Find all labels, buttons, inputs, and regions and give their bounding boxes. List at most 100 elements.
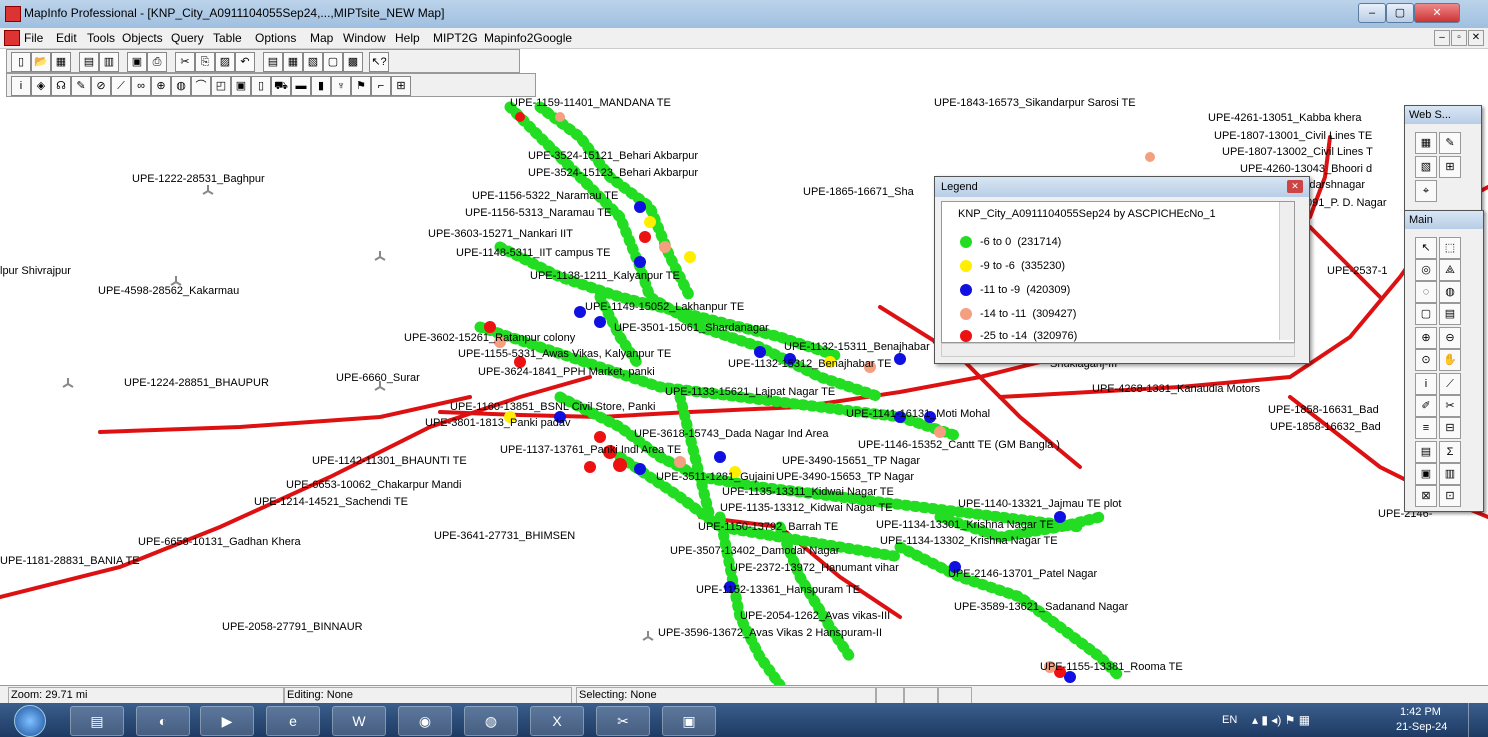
dragmap-icon[interactable]: ⊠: [1415, 485, 1437, 507]
print-icon[interactable]: ⎙: [147, 52, 167, 72]
menu-objects[interactable]: Objects: [122, 31, 163, 45]
web-chart-icon[interactable]: ⊞: [1439, 156, 1461, 178]
statistics-icon[interactable]: Σ: [1439, 441, 1461, 463]
drag-window-icon[interactable]: ✂: [1439, 395, 1461, 417]
web-services-palette[interactable]: Web S... ▦ ✎ ▧ ⊞ ⌖: [1404, 105, 1482, 213]
chart-icon[interactable]: ⊞: [391, 76, 411, 96]
legend-scrollbar[interactable]: [1279, 202, 1294, 340]
copy-icon[interactable]: ⎘: [195, 52, 215, 72]
marquee-select-icon[interactable]: ⬚: [1439, 237, 1461, 259]
hotlink-icon[interactable]: ⟋: [1439, 373, 1461, 395]
save-workspace-icon[interactable]: ▥: [99, 52, 119, 72]
ruler-icon[interactable]: ⟋: [111, 76, 131, 96]
new-table-icon[interactable]: ▯: [11, 52, 31, 72]
tower-icon[interactable]: ♆: [331, 76, 351, 96]
grabber-hand-icon[interactable]: ✋: [1439, 349, 1461, 371]
mapinfo-taskbar-icon[interactable]: ◐: [136, 706, 190, 736]
layer-icon[interactable]: ◈: [31, 76, 51, 96]
polyline-icon[interactable]: ⌒: [191, 76, 211, 96]
firefox-icon[interactable]: ◍: [464, 706, 518, 736]
menu-file[interactable]: File: [24, 31, 43, 45]
bar-icon[interactable]: ▬: [291, 76, 311, 96]
selecting-status[interactable]: Selecting: None: [576, 687, 876, 704]
new-layout-icon[interactable]: ▢: [323, 52, 343, 72]
paste-icon[interactable]: ▨: [215, 52, 235, 72]
snipping-tool-icon[interactable]: ✂: [596, 706, 650, 736]
legend-close-button[interactable]: ✕: [1287, 180, 1303, 193]
new-browser-icon[interactable]: ▤: [263, 52, 283, 72]
clock-time[interactable]: 1:42 PM: [1400, 706, 1441, 718]
zoom-status[interactable]: Zoom: 29.71 mi: [8, 687, 284, 704]
show-desktop-button[interactable]: [1468, 703, 1488, 737]
info-tool-icon[interactable]: i: [1415, 373, 1437, 395]
tray-icons[interactable]: ▴ ▮ ◂) ⚑ ▦: [1252, 713, 1310, 727]
menu-edit[interactable]: Edit: [56, 31, 77, 45]
signal-icon[interactable]: ▮: [311, 76, 331, 96]
new-redistrict-icon[interactable]: ▩: [343, 52, 363, 72]
unselect-icon[interactable]: ▢: [1415, 303, 1437, 325]
tool-5-icon[interactable]: ⊘: [91, 76, 111, 96]
language-indicator[interactable]: EN: [1222, 714, 1237, 726]
main-tool-palette[interactable]: Main ↖ ⬚ ◎ ⟁ ◌ ◍ ▢ ▤ ⊕ ⊖ ⊙ ✋ i ⟋ ✐ ✂ ≡ ⊟…: [1404, 210, 1484, 512]
excel-icon[interactable]: X: [530, 706, 584, 736]
close-button[interactable]: ✕: [1414, 3, 1460, 23]
graph-select-icon[interactable]: ◍: [1439, 281, 1461, 303]
save-table-icon[interactable]: ▤: [79, 52, 99, 72]
runner-icon[interactable]: ⚑: [351, 76, 371, 96]
menu-mapinfo2google[interactable]: Mapinfo2Google: [484, 31, 572, 45]
open-table-icon[interactable]: 📂: [31, 52, 51, 72]
media-player-icon[interactable]: ▶: [200, 706, 254, 736]
measure-icon[interactable]: ⌐: [371, 76, 391, 96]
compass-icon[interactable]: ⊕: [151, 76, 171, 96]
layer-control-icon[interactable]: ≡: [1415, 417, 1437, 439]
editing-status[interactable]: Editing: None: [284, 687, 572, 704]
show-statistics-icon[interactable]: ⊡: [1439, 485, 1461, 507]
web-grid-icon[interactable]: ▧: [1415, 156, 1437, 178]
web-feature-icon[interactable]: ✎: [1439, 132, 1461, 154]
zoom-in-icon[interactable]: ⊕: [1415, 327, 1437, 349]
word-icon[interactable]: W: [332, 706, 386, 736]
new-mapper-icon[interactable]: ▦: [283, 52, 303, 72]
select-arrow-icon[interactable]: ↖: [1415, 237, 1437, 259]
menu-table[interactable]: Table: [213, 31, 242, 45]
radius-select-icon[interactable]: ◎: [1415, 259, 1437, 281]
menu-mipt2g[interactable]: MIPT2G: [433, 31, 478, 45]
frame-icon[interactable]: ▣: [231, 76, 251, 96]
legend-window[interactable]: Legend ✕ KNP_City_A0911104055Sep24 by AS…: [934, 176, 1310, 364]
menu-query[interactable]: Query: [171, 31, 204, 45]
menu-tools[interactable]: Tools: [87, 31, 115, 45]
maximize-button[interactable]: ▢: [1386, 3, 1414, 23]
document-icon[interactable]: [4, 30, 20, 46]
doc-restore-button[interactable]: ▫: [1451, 30, 1467, 46]
car-icon[interactable]: ⛟: [271, 76, 291, 96]
chain-icon[interactable]: ∞: [131, 76, 151, 96]
web-geocode-icon[interactable]: ⌖: [1415, 180, 1437, 202]
open-workspace-icon[interactable]: ▦: [51, 52, 71, 72]
set-clip-icon[interactable]: ▥: [1439, 463, 1461, 485]
doc-close-button[interactable]: ✕: [1468, 30, 1484, 46]
legend-tool-icon[interactable]: ▤: [1415, 441, 1437, 463]
change-view-icon[interactable]: ⊙: [1415, 349, 1437, 371]
menu-map[interactable]: Map: [310, 31, 333, 45]
start-button[interactable]: [14, 705, 46, 737]
chrome-icon[interactable]: ◉: [398, 706, 452, 736]
file-explorer-icon[interactable]: ▤: [70, 706, 124, 736]
legend-h-scrollbar[interactable]: [941, 343, 1295, 357]
doc-minimize-button[interactable]: –: [1434, 30, 1450, 46]
page-icon[interactable]: ▯: [251, 76, 271, 96]
polygon-select-icon[interactable]: ⟁: [1439, 259, 1461, 281]
menu-help[interactable]: Help: [395, 31, 420, 45]
cut-icon[interactable]: ✂: [175, 52, 195, 72]
legend-titlebar[interactable]: Legend ✕: [935, 177, 1309, 197]
clock-date[interactable]: 21-Sep-24: [1396, 721, 1447, 733]
help-pointer-icon[interactable]: ↖?: [369, 52, 389, 72]
ruler-tool-icon[interactable]: ⊟: [1439, 417, 1461, 439]
clip-region-icon[interactable]: ▣: [1415, 463, 1437, 485]
menu-options[interactable]: Options: [255, 31, 296, 45]
new-grapher-icon[interactable]: ▧: [303, 52, 323, 72]
label-tool-icon[interactable]: ✐: [1415, 395, 1437, 417]
menu-window[interactable]: Window: [343, 31, 386, 45]
internet-explorer-icon[interactable]: e: [266, 706, 320, 736]
boundary-select-icon[interactable]: ◌: [1415, 281, 1437, 303]
app-red-icon[interactable]: ▣: [662, 706, 716, 736]
